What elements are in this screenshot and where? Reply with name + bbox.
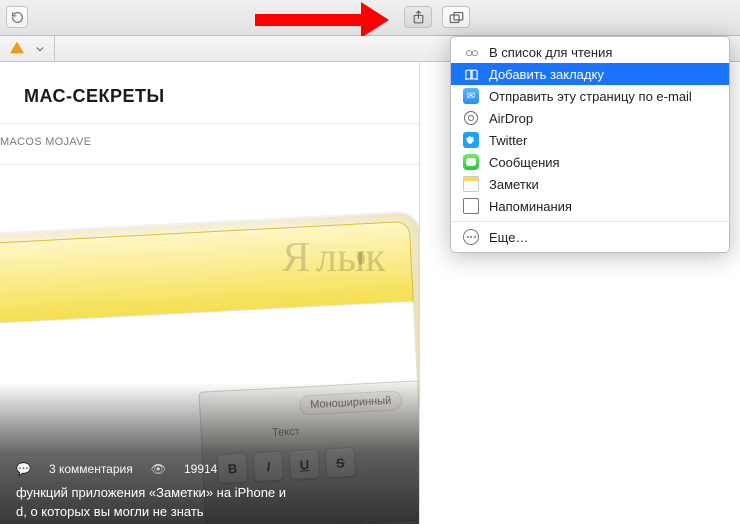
menu-item-label: Еще…: [489, 230, 528, 245]
webpage-content: МАС-СЕКРЕТЫ MACOS MOJAVE Моноширинный Те…: [0, 62, 420, 524]
more-icon: [463, 229, 479, 245]
article-overlay: 💬 3 комментария 👁 19914 функций приложен…: [0, 382, 420, 524]
messages-icon: [463, 154, 479, 170]
menu-item-more[interactable]: Еще…: [451, 226, 729, 248]
menu-item-label: Сообщения: [489, 155, 560, 170]
share-icon: [412, 10, 425, 25]
comments-count: 3 комментария: [49, 462, 133, 476]
mail-icon: [463, 88, 479, 104]
article-title-frag2: d, о которых вы могли не знать: [16, 504, 204, 519]
menu-item-label: Заметки: [489, 177, 539, 192]
menu-item-label: AirDrop: [489, 111, 533, 126]
tab-favicon-icon: [10, 42, 24, 56]
menu-item-reminders[interactable]: Напоминания: [451, 195, 729, 217]
show-tabs-button[interactable]: [442, 6, 470, 28]
page-section-title: МАС-СЕКРЕТЫ: [24, 86, 403, 107]
views-count: 19914: [184, 462, 217, 476]
menu-item-label: В список для чтения: [489, 45, 612, 60]
menu-item-messages[interactable]: Сообщения: [451, 151, 729, 173]
reload-button[interactable]: [6, 6, 28, 28]
chevron-down-icon: [36, 45, 44, 53]
airdrop-icon: [463, 110, 479, 126]
twitter-icon: [463, 132, 479, 148]
menu-item-label: Добавить закладку: [489, 67, 604, 82]
reload-icon: [11, 11, 24, 24]
eye-icon: 👁: [151, 462, 166, 476]
tab-overview-icon: [449, 11, 464, 24]
menu-item-label: Twitter: [489, 133, 527, 148]
menu-item-reading-list[interactable]: ○○ В список для чтения: [451, 41, 729, 63]
menu-item-label: Отправить эту страницу по e-mail: [489, 89, 692, 104]
share-menu: ○○ В список для чтения Добавить закладку…: [450, 36, 730, 253]
menu-item-email-page[interactable]: Отправить эту страницу по e-mail: [451, 85, 729, 107]
reading-list-icon: ○○: [463, 44, 479, 60]
menu-item-label: Напоминания: [489, 199, 572, 214]
menu-separator: [451, 221, 729, 222]
page-subtag: MACOS MOJAVE: [0, 124, 419, 165]
bookmark-icon: [463, 66, 479, 82]
browser-tab[interactable]: [0, 36, 55, 61]
menu-item-notes[interactable]: Заметки: [451, 173, 729, 195]
article-title-frag1: функций приложения «Заметки» на iPhone и: [16, 485, 286, 500]
callout-arrow: [255, 8, 395, 36]
menu-item-airdrop[interactable]: AirDrop: [451, 107, 729, 129]
notes-icon: [463, 176, 479, 192]
comment-icon: 💬: [16, 462, 31, 476]
article-card[interactable]: Моноширинный Текст B I U S 💬 3 комментар…: [0, 202, 420, 524]
menu-item-twitter[interactable]: Twitter: [451, 129, 729, 151]
reminders-icon: [463, 198, 479, 214]
share-button[interactable]: [404, 6, 432, 28]
menu-item-add-bookmark[interactable]: Добавить закладку: [451, 63, 729, 85]
